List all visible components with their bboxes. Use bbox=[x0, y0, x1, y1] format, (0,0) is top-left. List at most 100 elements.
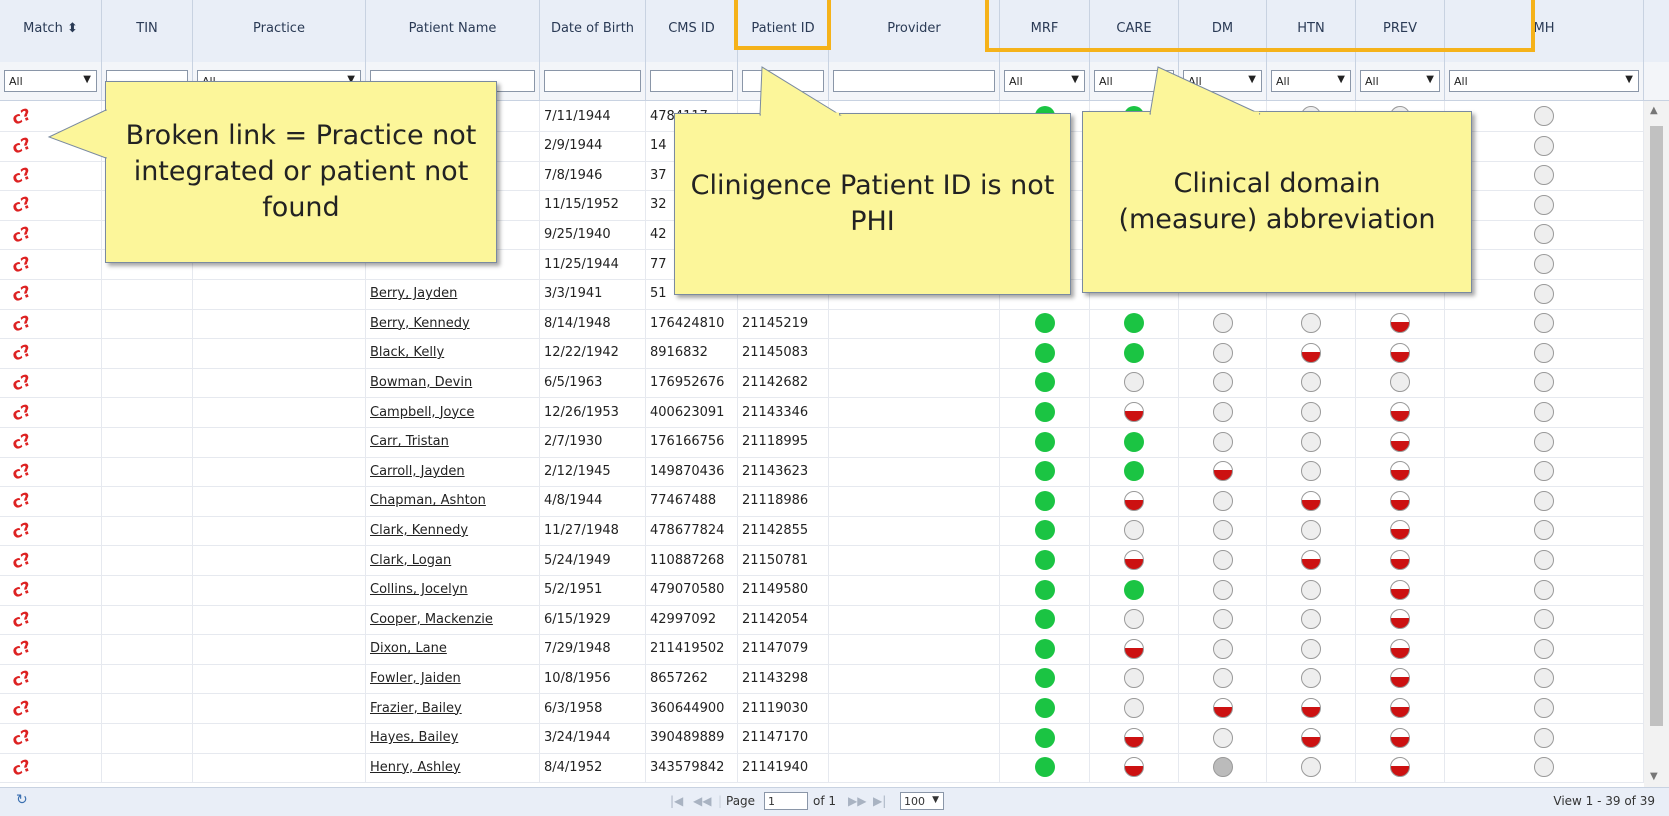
table-row[interactable]: c? Frazier, Bailey 6/3/1958 360644900 211190… bbox=[0, 693, 1644, 724]
htn-status-icon[interactable] bbox=[1301, 461, 1321, 482]
dm-status-icon[interactable] bbox=[1212, 402, 1233, 422]
column-header-cms-id[interactable]: CMS ID bbox=[646, 0, 738, 62]
mh-status-icon[interactable] bbox=[1534, 224, 1554, 245]
broken-link-icon[interactable]: c? bbox=[9, 133, 33, 157]
broken-link-icon[interactable]: c? bbox=[9, 518, 33, 542]
mh-status-icon[interactable] bbox=[1534, 402, 1554, 422]
patient-name-link[interactable]: Hayes, Bailey bbox=[370, 730, 458, 745]
htn-status-icon[interactable] bbox=[1301, 638, 1321, 659]
filter-input-cms-id[interactable] bbox=[650, 70, 733, 92]
broken-link-icon[interactable]: c? bbox=[9, 696, 33, 720]
broken-link-icon[interactable]: c? bbox=[9, 222, 33, 246]
prev-status-icon[interactable] bbox=[1390, 313, 1410, 334]
table-row[interactable]: c? Dixon, Lane 7/29/1948 211419502 21147079 bbox=[0, 633, 1644, 665]
column-header-dob[interactable]: Date of Birth bbox=[540, 0, 646, 62]
patient-name-link[interactable]: Carr, Tristan bbox=[370, 434, 449, 449]
mrf-status-icon[interactable] bbox=[1034, 490, 1055, 511]
table-row[interactable]: c? Berry, Kennedy 8/14/1948 176424810 211452… bbox=[0, 308, 1644, 340]
mrf-status-icon[interactable] bbox=[1034, 609, 1055, 630]
care-status-icon[interactable] bbox=[1124, 579, 1144, 600]
care-status-icon[interactable] bbox=[1124, 402, 1144, 422]
care-status-icon[interactable] bbox=[1124, 757, 1144, 778]
prev-status-icon[interactable] bbox=[1390, 490, 1410, 511]
mh-status-icon[interactable] bbox=[1534, 727, 1554, 748]
mh-status-icon[interactable] bbox=[1534, 431, 1554, 452]
filter-input-dob[interactable] bbox=[544, 70, 641, 92]
mh-status-icon[interactable] bbox=[1534, 490, 1554, 511]
patient-name-link[interactable]: Bowman, Devin bbox=[370, 375, 472, 390]
filter-input-provider[interactable] bbox=[833, 70, 995, 92]
mh-status-icon[interactable] bbox=[1534, 165, 1554, 186]
dm-status-icon[interactable] bbox=[1212, 490, 1233, 511]
broken-link-icon[interactable]: c? bbox=[9, 193, 33, 217]
next-page-icon[interactable]: ▶▶ bbox=[848, 794, 866, 808]
dm-status-icon[interactable] bbox=[1212, 313, 1233, 334]
care-status-icon[interactable] bbox=[1124, 342, 1144, 363]
prev-status-icon[interactable] bbox=[1390, 520, 1410, 541]
mh-status-icon[interactable] bbox=[1534, 638, 1554, 659]
patient-name-link[interactable]: Henry, Ashley bbox=[370, 760, 461, 775]
htn-status-icon[interactable] bbox=[1301, 668, 1321, 689]
table-row[interactable]: c? Hayes, Bailey 3/24/1944 390489889 2114717… bbox=[0, 722, 1644, 754]
care-status-icon[interactable] bbox=[1124, 372, 1144, 393]
mh-status-icon[interactable] bbox=[1534, 372, 1554, 393]
mh-status-icon[interactable] bbox=[1534, 698, 1554, 718]
patient-name-link[interactable]: Frazier, Bailey bbox=[370, 701, 462, 716]
htn-status-icon[interactable] bbox=[1301, 342, 1321, 363]
care-status-icon[interactable] bbox=[1124, 698, 1144, 718]
dm-status-icon[interactable] bbox=[1212, 757, 1233, 778]
dm-status-icon[interactable] bbox=[1212, 579, 1233, 600]
page-size-select[interactable]: 100 ▼ bbox=[900, 792, 944, 810]
broken-link-icon[interactable]: c? bbox=[9, 755, 33, 779]
mrf-status-icon[interactable] bbox=[1034, 550, 1055, 570]
broken-link-icon[interactable]: c? bbox=[9, 163, 33, 187]
htn-status-icon[interactable] bbox=[1301, 698, 1321, 718]
care-status-icon[interactable] bbox=[1124, 638, 1144, 659]
table-row[interactable]: c? Clark, Kennedy 11/27/1948 478677824 21142… bbox=[0, 515, 1644, 547]
dm-status-icon[interactable] bbox=[1212, 342, 1233, 363]
prev-status-icon[interactable] bbox=[1390, 372, 1410, 393]
column-header-tin[interactable]: TIN bbox=[102, 0, 193, 62]
table-row[interactable]: c? Carroll, Jayden 2/12/1945 149870436 21143… bbox=[0, 456, 1644, 488]
htn-status-icon[interactable] bbox=[1301, 372, 1321, 393]
care-status-icon[interactable] bbox=[1124, 490, 1144, 511]
filter-select-mrf[interactable]: All ▼ bbox=[1004, 70, 1085, 92]
prev-status-icon[interactable] bbox=[1390, 342, 1410, 363]
mrf-status-icon[interactable] bbox=[1034, 698, 1055, 718]
mrf-status-icon[interactable] bbox=[1034, 372, 1055, 393]
scroll-down-icon[interactable]: ▼ bbox=[1650, 771, 1658, 782]
table-row[interactable]: c? Carr, Tristan 2/7/1930 176166756 21118995 bbox=[0, 426, 1644, 458]
filter-select-htn[interactable]: All ▼ bbox=[1271, 70, 1351, 92]
htn-status-icon[interactable] bbox=[1301, 579, 1321, 600]
column-header-patient-name[interactable]: Patient Name bbox=[366, 0, 540, 62]
care-status-icon[interactable] bbox=[1124, 461, 1144, 482]
prev-status-icon[interactable] bbox=[1390, 638, 1410, 659]
htn-status-icon[interactable] bbox=[1301, 402, 1321, 422]
mh-status-icon[interactable] bbox=[1534, 550, 1554, 570]
mh-status-icon[interactable] bbox=[1534, 520, 1554, 541]
care-status-icon[interactable] bbox=[1124, 550, 1144, 570]
care-status-icon[interactable] bbox=[1124, 668, 1144, 689]
mh-status-icon[interactable] bbox=[1534, 342, 1554, 363]
broken-link-icon[interactable]: c? bbox=[9, 577, 33, 601]
htn-status-icon[interactable] bbox=[1301, 313, 1321, 334]
dm-status-icon[interactable] bbox=[1212, 550, 1233, 570]
first-page-icon[interactable]: |◀ bbox=[670, 794, 683, 808]
mrf-status-icon[interactable] bbox=[1034, 579, 1055, 600]
broken-link-icon[interactable]: c? bbox=[9, 548, 33, 572]
table-row[interactable]: c? Collins, Jocelyn 5/2/1951 479070580 21149… bbox=[0, 574, 1644, 606]
broken-link-icon[interactable]: c? bbox=[9, 725, 33, 749]
prev-status-icon[interactable] bbox=[1390, 727, 1410, 748]
broken-link-icon[interactable]: c? bbox=[9, 311, 33, 335]
patient-name-link[interactable]: Clark, Logan bbox=[370, 553, 451, 568]
vertical-scrollbar[interactable]: ▲ ▼ bbox=[1644, 101, 1669, 787]
patient-name-link[interactable]: Chapman, Ashton bbox=[370, 493, 486, 508]
prev-status-icon[interactable] bbox=[1390, 461, 1410, 482]
prev-status-icon[interactable] bbox=[1390, 668, 1410, 689]
care-status-icon[interactable] bbox=[1124, 313, 1144, 334]
mrf-status-icon[interactable] bbox=[1034, 402, 1055, 422]
patient-name-link[interactable]: Campbell, Joyce bbox=[370, 405, 474, 420]
patient-name-link[interactable]: Berry, Kennedy bbox=[370, 316, 470, 331]
table-row[interactable]: c? Chapman, Ashton 4/8/1944 77467488 2111898… bbox=[0, 485, 1644, 517]
mrf-status-icon[interactable] bbox=[1034, 461, 1055, 482]
